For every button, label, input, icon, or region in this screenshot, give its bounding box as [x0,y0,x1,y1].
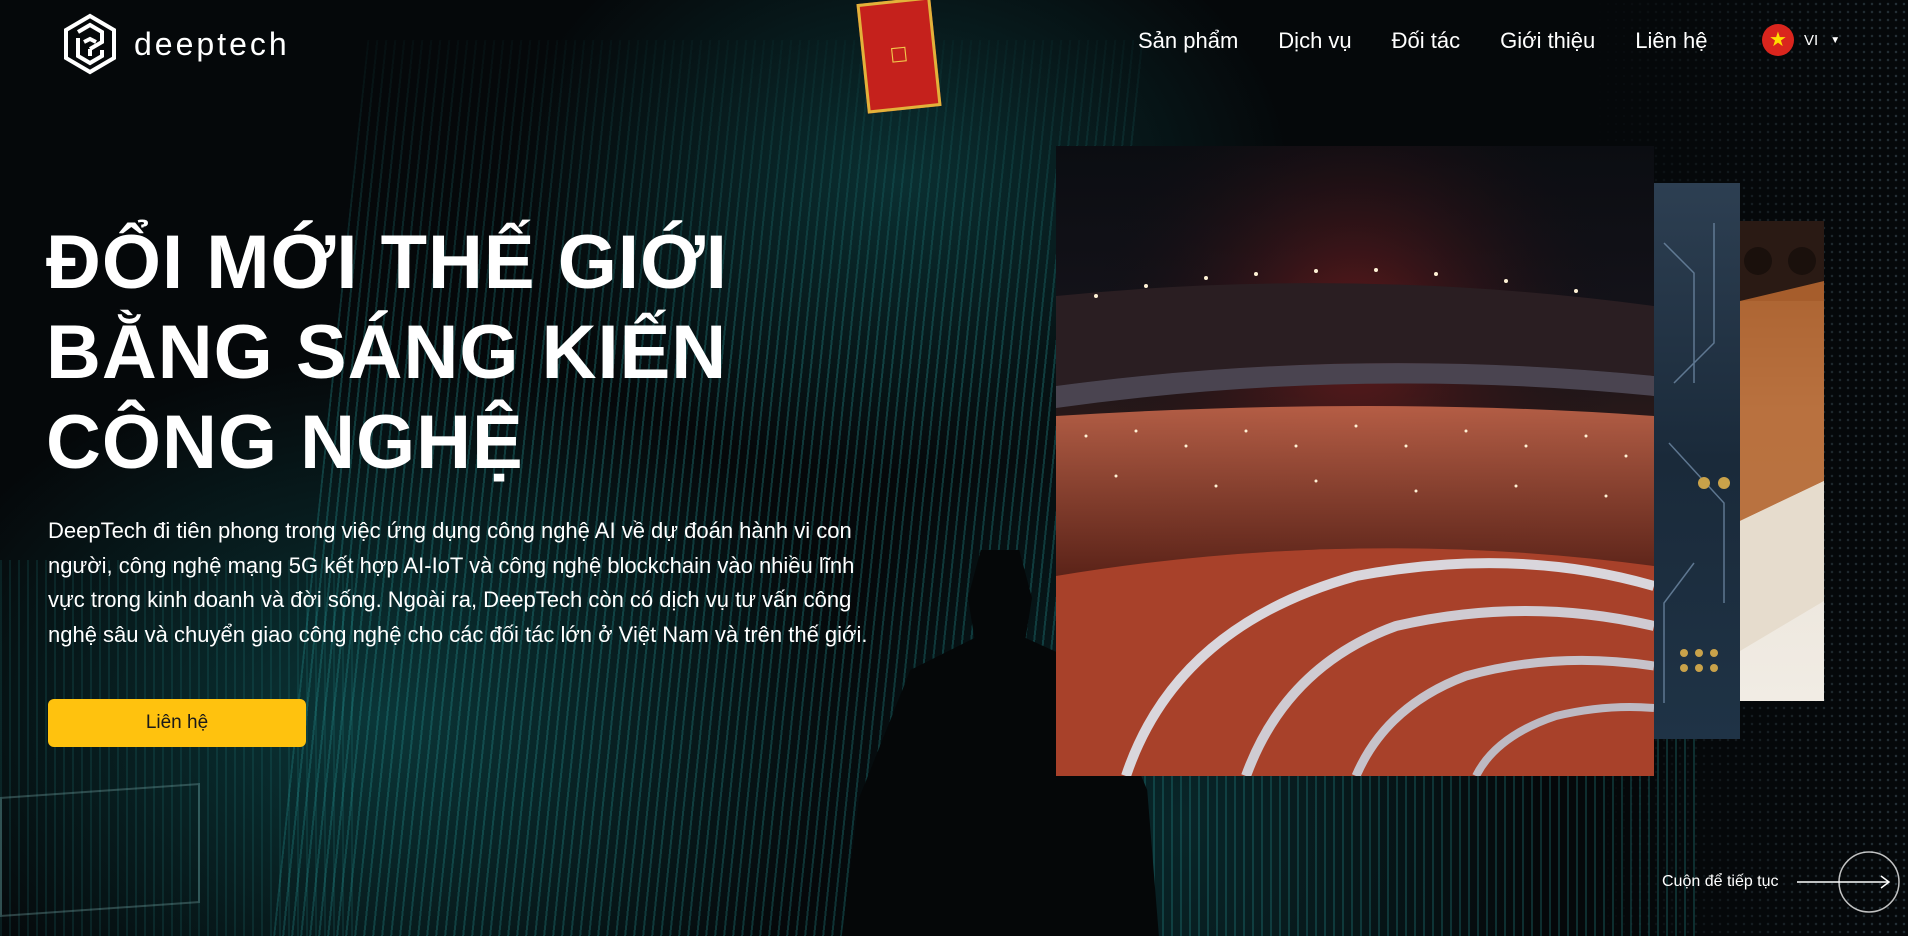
logo-text: deeptech [134,25,290,62]
scroll-hint-label: Cuộn để tiếp tục [1662,873,1779,890]
language-selector[interactable]: ★ VI ▼ [1762,24,1840,56]
vietnam-flag-icon: ★ [1762,24,1794,56]
concert-audience-image [1056,146,1654,776]
hero-title: ĐỔI MỚI THẾ GIỚI BẰNG SÁNG KIẾN CÔNG NGH… [46,218,766,488]
deeptech-logo-icon [64,13,116,75]
hero-description-line: người, công nghệ mạng 5G kết hợp AI-IoT … [48,552,855,578]
concert-audience-illustration [1056,146,1654,776]
nav-item-partners[interactable]: Đối tác [1392,28,1460,54]
hero-description-line: DeepTech đi tiên phong trong việc ứng dụ… [48,518,852,543]
hero-description: DeepTech đi tiên phong trong việc ứng dụ… [48,514,918,652]
nav-item-about[interactable]: Giới thiệu [1500,28,1595,54]
nav-item-products[interactable]: Sản phẩm [1138,28,1238,54]
nav-item-services[interactable]: Dịch vụ [1278,28,1351,54]
arrow-right-circle-icon [1796,851,1900,913]
hero-title-line: ĐỔI MỚI THẾ GIỚI [46,220,728,305]
logo-link[interactable]: deeptech [58,12,290,76]
hero-title-line: BẰNG SÁNG KIẾN [46,310,728,395]
scroll-hint[interactable]: Cuộn để tiếp tục [1662,850,1901,914]
hero-title-line: CÔNG NGHỆ [46,400,524,485]
main-nav: Sản phẩm Dịch vụ Đối tác Giới thiệu Liên… [1138,28,1747,54]
needle-product-illustration [1740,221,1824,651]
nav-item-contact[interactable]: Liên hệ [1635,28,1707,54]
background-glyph-panel [0,783,200,917]
chevron-down-icon: ▼ [1830,34,1841,46]
site-header: deeptech Sản phẩm Dịch vụ Đối tác Giới t… [0,0,1908,90]
needle-product-image [1740,221,1824,701]
language-code: VI [1804,31,1819,49]
hero-page: ☐ deeptech Sản phẩm Dịch vụ Đối tác Giới… [0,0,1908,936]
circuit-board-illustration [1663,223,1730,703]
contact-button[interactable]: Liên hệ [48,699,306,747]
hero-description-line: nghệ sâu và chuyển giao công nghệ cho cá… [48,621,868,647]
hero-description-line: vực trong kinh doanh và đời sống. Ngoài … [48,587,852,612]
circuit-board-image [1654,183,1740,739]
